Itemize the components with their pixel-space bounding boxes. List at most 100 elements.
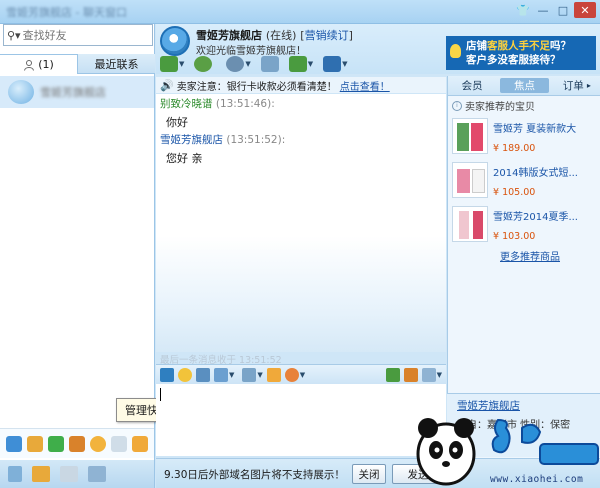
chat-toolbar: ▼ ▼ ▼ ▼ xyxy=(160,56,354,72)
goods-icon[interactable] xyxy=(403,367,418,382)
last-message-time: 最后一条消息收于 13:51:52 xyxy=(160,355,282,366)
product-item[interactable]: 雪姬芳 夏装新款大 ¥ 189.00 xyxy=(452,116,597,158)
window-title: 雪姬芳旗舰店 - 聊天窗口 xyxy=(6,6,127,19)
online-status: (在线) xyxy=(265,29,297,42)
message-input[interactable] xyxy=(156,384,446,456)
promo-text: 吗？ xyxy=(550,40,571,52)
product-item[interactable]: 雪姬芳2014夏季... ¥ 103.00 xyxy=(452,204,597,246)
heart-icon[interactable] xyxy=(284,367,299,382)
chevron-down-icon[interactable]: ▼ xyxy=(342,60,347,68)
transfer-icon[interactable] xyxy=(160,56,178,72)
renew-link[interactable]: 营销续订 xyxy=(305,29,349,42)
chevron-right-icon: ▸ xyxy=(586,81,591,90)
chevron-down-icon[interactable]: ▼ xyxy=(245,60,250,68)
calculator-icon[interactable] xyxy=(60,466,78,482)
recommend-title: i 卖家推荐的宝贝 xyxy=(452,98,535,113)
image-icon[interactable] xyxy=(196,367,210,382)
product-price: ¥ 105.00 xyxy=(493,187,536,198)
maximize-icon[interactable]: □ xyxy=(554,2,572,18)
notice-link[interactable]: 点击查看！ xyxy=(340,78,390,93)
up-arrow-icon[interactable] xyxy=(8,466,22,482)
tab-recent[interactable]: 最近联系 xyxy=(78,54,155,74)
tab-orders[interactable]: 订单 ▸ xyxy=(553,76,600,95)
screen-share-icon[interactable] xyxy=(260,56,279,72)
person-icon xyxy=(24,59,35,71)
shop-title: 雪姬芳旗舰店 (在线) [营销续订] xyxy=(196,27,353,43)
right-tabs: 会员 焦点 订单 ▸ xyxy=(448,76,600,96)
notice-text: 卖家注意：银行卡收款必须看清楚！ xyxy=(176,81,337,93)
avatar xyxy=(8,80,34,104)
screen-icon[interactable] xyxy=(88,466,106,482)
info-icon: i xyxy=(452,100,462,111)
search-icon: ⚲▾ xyxy=(7,28,21,42)
quick-entry-bar xyxy=(0,428,154,458)
chevron-down-icon[interactable]: ▼ xyxy=(179,60,184,68)
store-icon[interactable] xyxy=(48,435,64,452)
more-products-link[interactable]: 更多推荐商品 xyxy=(500,248,560,263)
notice-bar: 🔊 卖家注意：银行卡收款必须看清楚！ 点击查看！ xyxy=(156,77,446,93)
minimize-icon[interactable]: — xyxy=(534,2,552,18)
close-button[interactable]: 关闭 xyxy=(352,464,386,484)
text-caret xyxy=(160,388,161,401)
chevron-down-icon[interactable]: ▼ xyxy=(308,60,313,68)
tab-focus[interactable]: 焦点 xyxy=(500,78,549,93)
product-thumbnail[interactable] xyxy=(452,206,488,242)
product-item[interactable]: 2014韩版女式短... ¥ 105.00 xyxy=(452,160,597,202)
skin-icon[interactable]: 👕 xyxy=(514,2,532,18)
bell-icon[interactable] xyxy=(266,367,281,382)
avatar[interactable] xyxy=(160,26,190,56)
info-icon: 🔊 xyxy=(160,78,174,92)
contact-icon[interactable] xyxy=(90,435,106,452)
tab-contacts-label: (1) xyxy=(38,58,54,71)
product-thumbnail[interactable] xyxy=(452,162,488,198)
emoji-icon[interactable] xyxy=(178,367,192,382)
welcome-text: 欢迎光临雪姬芳旗舰店！ xyxy=(196,46,306,57)
message-body: 你好 xyxy=(166,116,188,129)
manage-icon[interactable] xyxy=(132,435,148,452)
promo-banner[interactable]: 店铺客服人手不足吗？ 客户多没客服接待？ xyxy=(446,36,596,70)
close-icon[interactable]: ✕ xyxy=(574,2,596,18)
left-bottom-bar xyxy=(0,460,154,488)
contact-item[interactable]: 雪姬芳旗舰店 xyxy=(0,76,154,108)
voice-icon[interactable] xyxy=(194,56,213,72)
video-icon[interactable] xyxy=(226,56,245,72)
tab-contacts[interactable]: (1) xyxy=(0,54,78,74)
settings-icon[interactable] xyxy=(421,367,436,382)
contact-name: 雪姬芳旗舰店 xyxy=(40,86,106,99)
search-box[interactable]: ⚲▾ xyxy=(3,24,153,46)
bracket-close: ] xyxy=(348,29,353,42)
product-name[interactable]: 雪姬芳2014夏季... xyxy=(493,208,578,223)
shop-icon[interactable] xyxy=(27,435,43,452)
message-time: (13:51:46): xyxy=(215,98,275,110)
calendar-icon[interactable] xyxy=(69,435,85,452)
promo-text: 店铺 xyxy=(466,40,487,52)
product-name[interactable]: 雪姬芳 夏装新款大 xyxy=(493,120,576,135)
message-header: 别致冷晓谱 (13:51:46): xyxy=(160,96,275,111)
recommend-title-text: 卖家推荐的宝贝 xyxy=(465,102,535,113)
watermark: www.xiaohei.com xyxy=(410,398,600,488)
chevron-down-icon[interactable]: ▼ xyxy=(229,371,234,379)
screenshot-icon[interactable] xyxy=(214,367,228,382)
tab-orders-label: 订单 xyxy=(562,80,584,92)
chevron-down-icon[interactable]: ▼ xyxy=(300,371,305,379)
download-icon[interactable] xyxy=(111,435,127,452)
history-icon[interactable] xyxy=(242,367,257,382)
chevron-down-icon[interactable]: ▼ xyxy=(257,371,262,379)
chevron-down-icon[interactable]: ▼ xyxy=(437,371,442,379)
remote-icon[interactable] xyxy=(288,56,307,72)
message-header: 雪姬芳旗舰店 (13:51:52): xyxy=(160,132,285,147)
search-input[interactable] xyxy=(22,28,143,42)
mall-icon[interactable] xyxy=(32,466,50,482)
product-name[interactable]: 2014韩版女式短... xyxy=(493,164,578,179)
message-body: 您好 亲 xyxy=(166,152,203,165)
promo-line2: 客户多没客服接待？ xyxy=(466,54,561,66)
promo-line1: 店铺客服人手不足吗？ xyxy=(466,39,592,53)
product-price: ¥ 189.00 xyxy=(493,143,536,154)
quick-reply-icon[interactable] xyxy=(385,367,400,382)
font-icon[interactable] xyxy=(160,367,174,382)
more-apps-icon[interactable] xyxy=(323,56,342,72)
app-icon[interactable] xyxy=(6,435,22,452)
tab-member[interactable]: 会员 xyxy=(448,76,496,95)
product-thumbnail[interactable] xyxy=(452,118,488,154)
footer-tip: 9.30日后外部域名图片将不支持展示！ xyxy=(164,469,345,481)
